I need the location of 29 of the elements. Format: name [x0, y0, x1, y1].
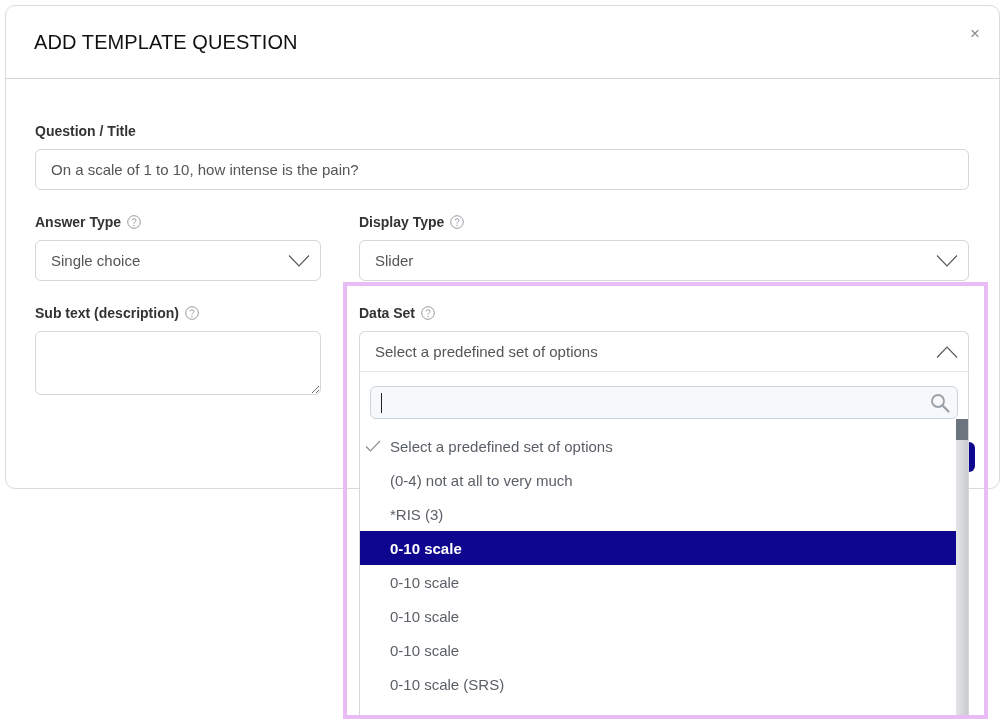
select-field[interactable]: Single choice [35, 240, 321, 281]
textarea-field[interactable] [35, 331, 321, 395]
text-field[interactable]: On a scale of 1 to 10, how intense is the pain? [35, 149, 969, 190]
help-icon[interactable] [184, 305, 199, 320]
dropdown-option[interactable]: 0-10 scale (SRS) [360, 667, 956, 701]
field-label: Answer Type [35, 213, 122, 230]
search-field[interactable] [370, 386, 958, 419]
scrollbar[interactable] [956, 419, 968, 715]
cursor-icon [381, 392, 382, 413]
help-icon[interactable] [421, 305, 436, 320]
close-button[interactable]: × [968, 25, 982, 43]
dropdown-option[interactable]: 0-10 scale [360, 599, 956, 633]
search-icon [930, 392, 950, 413]
field-label: Sub text (description) [35, 304, 179, 321]
field-label: Data Set [359, 304, 416, 321]
help-icon[interactable] [450, 214, 465, 229]
dialog-title: ADD TEMPLATE QUESTION [34, 30, 298, 54]
dropdown-option[interactable]: 0-10 scale [360, 531, 956, 565]
primary-button[interactable] [968, 442, 975, 472]
dropdown-option[interactable]: 0-10 scale [360, 565, 956, 599]
dropdown-option[interactable]: *RIS (3) [360, 497, 956, 531]
dropdown-option[interactable]: Select a predefined set of options [360, 429, 956, 463]
field-label: Question / Title [35, 122, 136, 139]
field-label: Display Type [359, 213, 445, 230]
select-field[interactable]: Slider [359, 240, 969, 281]
select-field[interactable]: Select a predefined set of options [359, 331, 969, 372]
dropdown-option[interactable]: 0-10 scale [360, 633, 956, 667]
help-icon[interactable] [127, 214, 142, 229]
dropdown-option[interactable]: (0-4) not at all to very much [360, 463, 956, 497]
